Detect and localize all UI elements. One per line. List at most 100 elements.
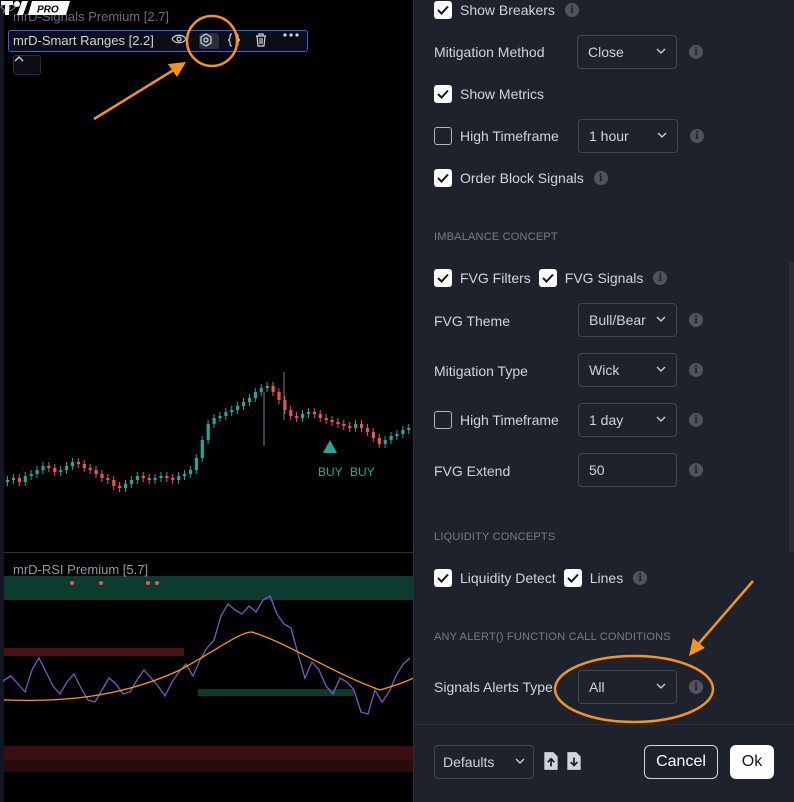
- show-breakers-row[interactable]: Show Breakers i: [434, 0, 579, 27]
- show-metrics-checkbox[interactable]: [434, 85, 452, 103]
- mitigation-method-select[interactable]: Close: [577, 35, 677, 69]
- cancel-button[interactable]: Cancel: [644, 745, 718, 779]
- signals-alerts-type-select[interactable]: All: [578, 670, 677, 704]
- buy-signal-label: BUY: [318, 465, 343, 479]
- candle: [29, 474, 33, 476]
- high-timeframe-row[interactable]: High Timeframe: [434, 119, 559, 153]
- indicator-rsi-title[interactable]: mrD-RSI Premium [5.7]: [13, 562, 148, 577]
- candle: [271, 386, 275, 392]
- fvg-high-timeframe-select[interactable]: 1 day: [578, 403, 677, 437]
- collapse-legend-button[interactable]: [13, 55, 41, 75]
- candle: [11, 478, 16, 480]
- settings-gear-icon[interactable]: [199, 33, 219, 49]
- fvg-signals-checkbox[interactable]: [538, 269, 557, 287]
- mitigation-method-value: Close: [588, 44, 624, 60]
- rsi-zone-band: [4, 648, 184, 656]
- pro-badge: PRO: [37, 5, 59, 16]
- info-icon[interactable]: i: [689, 313, 703, 327]
- candle: [348, 426, 352, 428]
- candle: [312, 412, 316, 414]
- candle: [41, 466, 45, 470]
- order-block-signals-checkbox[interactable]: [434, 169, 452, 187]
- info-icon[interactable]: i: [689, 463, 703, 477]
- panel-scrollbar[interactable]: [789, 262, 794, 552]
- liquidity-detect-row[interactable]: Liquidity Detect Lines i: [434, 561, 648, 595]
- rsi-signal-dot: [99, 581, 103, 585]
- info-icon[interactable]: i: [689, 413, 703, 427]
- fvg-extend-label: FVG Extend: [434, 463, 511, 479]
- high-timeframe-label: High Timeframe: [460, 128, 559, 144]
- section-liquidity-concepts: LIQUIDITY CONCEPTS: [434, 531, 556, 543]
- info-icon[interactable]: i: [653, 271, 668, 285]
- candle: [200, 440, 204, 458]
- lines-checkbox[interactable]: [563, 569, 582, 587]
- high-timeframe-select[interactable]: 1 hour: [578, 119, 678, 153]
- fvg-theme-select[interactable]: Bull/Bear: [578, 303, 677, 337]
- candle: [318, 414, 322, 418]
- candle: [124, 484, 128, 488]
- ok-button[interactable]: Ok: [730, 745, 774, 779]
- defaults-label: Defaults: [443, 754, 495, 770]
- fvg-filters-checkbox[interactable]: [434, 269, 452, 287]
- info-icon[interactable]: i: [633, 571, 648, 585]
- order-block-signals-row[interactable]: Order Block Signals i: [434, 161, 608, 195]
- fvg-high-timeframe-row[interactable]: High Timeframe: [434, 403, 559, 437]
- download-template-icon[interactable]: [565, 751, 583, 771]
- candle: [389, 436, 393, 440]
- candle: [6, 480, 10, 482]
- signals-alerts-type-value: All: [589, 679, 605, 695]
- fvg-high-timeframe-checkbox[interactable]: [434, 411, 452, 429]
- chevron-down-icon: [515, 758, 525, 764]
- show-breakers-checkbox[interactable]: [434, 1, 452, 19]
- mitigation-type-row: Mitigation Type: [434, 354, 528, 388]
- fvg-filters-row[interactable]: FVG Filters FVG Signals i: [434, 261, 668, 295]
- more-dots-icon[interactable]: [283, 33, 303, 49]
- info-icon[interactable]: i: [689, 45, 703, 59]
- candle: [206, 424, 210, 440]
- chevron-down-icon: [656, 48, 666, 54]
- rsi-pane[interactable]: [0, 552, 424, 802]
- fvg-extend-input[interactable]: 50: [578, 453, 677, 487]
- high-timeframe-checkbox[interactable]: [434, 127, 452, 145]
- candle: [106, 478, 110, 480]
- candle: [265, 386, 269, 388]
- info-icon[interactable]: i: [593, 171, 608, 185]
- candle: [277, 392, 281, 400]
- candle: [147, 478, 151, 480]
- info-icon[interactable]: i: [689, 680, 703, 694]
- chevron-down-icon: [657, 132, 667, 138]
- candle: [23, 476, 27, 482]
- candle: [365, 428, 370, 432]
- fvg-high-timeframe-label: High Timeframe: [460, 412, 559, 428]
- chevron-down-icon: [656, 683, 666, 689]
- chevron-up-icon: [14, 56, 24, 62]
- candle: [171, 478, 175, 480]
- fvg-theme-row: FVG Theme: [434, 304, 510, 338]
- info-icon[interactable]: i: [690, 129, 704, 143]
- chevron-down-icon: [656, 416, 666, 422]
- candle: [236, 406, 240, 410]
- candle: [129, 480, 134, 484]
- liquidity-detect-checkbox[interactable]: [434, 569, 452, 587]
- braces-icon[interactable]: [227, 33, 247, 49]
- eye-icon[interactable]: [171, 33, 191, 49]
- rsi-overbought-zone: [4, 576, 424, 600]
- candle: [383, 440, 387, 444]
- info-icon[interactable]: i: [689, 363, 703, 377]
- indicator-smart-ranges-row[interactable]: mrD-Smart Ranges [2.2]: [8, 30, 308, 52]
- upload-template-icon[interactable]: [542, 751, 560, 771]
- candle: [88, 468, 92, 470]
- mitigation-type-select[interactable]: Wick: [578, 353, 677, 387]
- fvg-theme-label: FVG Theme: [434, 313, 510, 329]
- trash-icon[interactable]: [255, 33, 275, 49]
- candle: [230, 410, 234, 412]
- buy-triangle-icon: [323, 440, 337, 453]
- defaults-dropdown[interactable]: Defaults: [434, 745, 534, 779]
- candle: [112, 480, 116, 486]
- tradingview-logo[interactable]: PRO: [0, 0, 70, 16]
- show-metrics-row[interactable]: Show Metrics: [434, 77, 544, 111]
- candle: [177, 476, 181, 480]
- info-icon[interactable]: i: [564, 3, 579, 17]
- indicator-smart-ranges-title[interactable]: mrD-Smart Ranges [2.2]: [13, 33, 154, 48]
- candle: [247, 398, 252, 402]
